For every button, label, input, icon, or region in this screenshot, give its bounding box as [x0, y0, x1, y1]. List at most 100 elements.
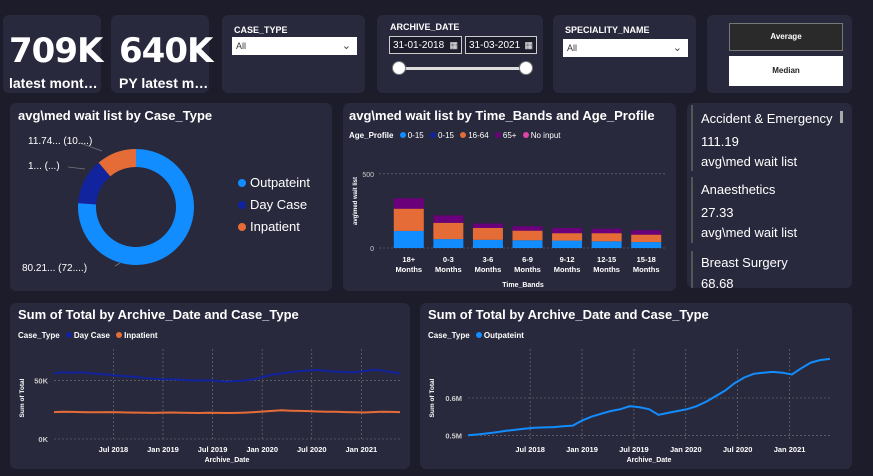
bar-segment [433, 215, 464, 223]
speciality-card: Anaesthetics 27.33 avg\med wait list [691, 177, 841, 243]
legend-item-inpatient[interactable]: Inpatient [238, 219, 310, 234]
calendar-icon: ▦ [449, 40, 458, 50]
x-tick-label: Months [475, 265, 502, 274]
dropdown-value: All [236, 41, 247, 51]
x-tick-label: Jan 2020 [670, 445, 702, 454]
line-chart-card-left: Sum of Total by Archive_Date and Case_Ty… [10, 303, 410, 469]
x-tick-label: Jul 2019 [198, 445, 228, 454]
donut-label: 80.21... (72....) [22, 263, 88, 274]
x-tick-label: Jan 2019 [566, 445, 598, 454]
chevron-down-icon: ⌄ [341, 40, 351, 52]
chevron-down-icon: ⌄ [672, 42, 682, 54]
line-chart-right: 0.5M 0.6M Jul 2018 Jan 2019 Jul 2019 Jan 2020… [429, 349, 831, 464]
speciality-card: Accident & Emergency 111.19 avg\med wait… [691, 105, 841, 171]
x-tick-label: 0-3 [443, 255, 454, 264]
legend-item-day-case[interactable]: Day Case [238, 197, 310, 212]
bar-segment [472, 239, 503, 248]
median-button[interactable]: Median [729, 56, 843, 86]
slicer-title: ARCHIVE_DATE [390, 22, 460, 32]
y-tick-label: 0.5M [445, 431, 462, 440]
bar-segment [591, 233, 622, 242]
date-range-track [399, 67, 527, 70]
range-handle-start[interactable] [392, 61, 406, 75]
x-tick-label: 18+ [402, 255, 415, 264]
legend-label: Outpateint [250, 175, 310, 190]
series-line-outpateint [467, 357, 831, 437]
bar-segment [433, 222, 464, 240]
case-type-dropdown[interactable]: All ⌄ [232, 37, 357, 55]
scrollbar[interactable] [840, 111, 843, 123]
x-tick-label: 12-15 [597, 255, 616, 264]
bar-chart: 0 500avg\med wait list Time_Bands 18+ Months… [353, 172, 666, 289]
series-line-inpatient [53, 409, 401, 415]
speciality-value: 111.19 [701, 134, 739, 149]
bar-segment [512, 226, 543, 231]
speciality-sub: avg\med wait list [701, 154, 798, 169]
kpi-label: PY latest m… [119, 75, 207, 91]
x-tick-label: 3-6 [483, 255, 494, 264]
x-axis-title: Time_Bands [502, 282, 544, 289]
bar-segment [591, 241, 622, 248]
leader-line [67, 166, 86, 170]
bar-segment [433, 239, 464, 248]
y-axis-title: avg\med wait list [353, 177, 359, 225]
bar-segment [512, 240, 543, 248]
x-tick-label: Jan 2021 [774, 445, 806, 454]
kpi-card-py-latest-month: 640K PY latest m… [111, 15, 213, 93]
case-type-slicer: CASE_TYPE All ⌄ [222, 15, 365, 93]
bar-segment [472, 223, 503, 228]
y-tick-label: 0 [370, 246, 374, 253]
donut-label: 1... (...) [28, 161, 60, 172]
bar-segment [472, 227, 503, 240]
x-axis-title: Archive_Date [627, 457, 672, 464]
kpi-value: 640K [119, 31, 213, 71]
leader-line [114, 262, 121, 267]
legend-item-outpateint[interactable]: Outpateint [238, 175, 310, 190]
speciality-card: Breast Surgery 68.68 [691, 251, 841, 288]
x-tick-label: 6-9 [522, 255, 533, 264]
bar-segment [552, 240, 583, 248]
date-value: 31-01-2018 [393, 40, 445, 51]
donut-label: 11.74... (10....) [28, 136, 93, 147]
x-tick-label: Jul 2020 [297, 445, 327, 454]
kpi-label: latest mont… [9, 75, 98, 91]
x-tick-label: Months [633, 265, 660, 274]
kpi-value: 709K [9, 31, 103, 71]
bar-segment [552, 233, 583, 241]
date-value: 31-03-2021 [469, 40, 521, 51]
legend-label: Day Case [250, 197, 308, 212]
y-tick-label: 0K [38, 435, 48, 444]
start-date-input[interactable]: 31-01-2018 ▦ [389, 36, 462, 54]
bar-segment [393, 230, 424, 248]
speciality-card-list[interactable]: Accident & Emergency 111.19 avg\med wait… [687, 103, 852, 288]
donut-chart-card: avg\med wait list by Case_Type 11.74... … [10, 103, 332, 291]
end-date-input[interactable]: 31-03-2021 ▦ [465, 36, 537, 54]
x-axis-title: Archive_Date [205, 457, 250, 464]
y-tick-label: 500 [362, 172, 374, 179]
x-tick-label: Months [593, 265, 620, 274]
x-tick-label: 9-12 [560, 255, 575, 264]
bar-segment [631, 234, 662, 243]
range-handle-end[interactable] [519, 61, 533, 75]
y-axis-title: Sum of Total [19, 378, 26, 417]
y-axis-title: Sum of Total [429, 378, 436, 417]
average-button[interactable]: Average [729, 23, 843, 51]
speciality-dropdown[interactable]: All ⌄ [563, 39, 688, 57]
speciality-sub: avg\med wait list [701, 225, 798, 240]
speciality-name: Breast Surgery [701, 255, 788, 270]
x-tick-label: Jul 2018 [99, 445, 129, 454]
kpi-card-latest-month: 709K latest mont… [3, 15, 103, 93]
speciality-name: Accident & Emergency [701, 111, 833, 126]
y-tick-label: 0.6M [445, 394, 462, 403]
x-tick-label: 15-18 [637, 255, 656, 264]
bar-chart-card: avg\med wait list by Time_Bands and Age_… [343, 103, 676, 291]
measure-toggle-card: Average Median [707, 15, 852, 93]
series-line-day-case [53, 368, 401, 383]
speciality-value: 68.68 [701, 276, 734, 288]
x-tick-label: Jul 2018 [515, 445, 545, 454]
calendar-icon: ▦ [524, 40, 533, 50]
bar-segment [591, 228, 622, 234]
speciality-slicer: SPECIALITY_NAME All ⌄ [553, 15, 696, 93]
x-tick-label: Jan 2021 [346, 445, 378, 454]
x-tick-label: Jan 2020 [246, 445, 278, 454]
